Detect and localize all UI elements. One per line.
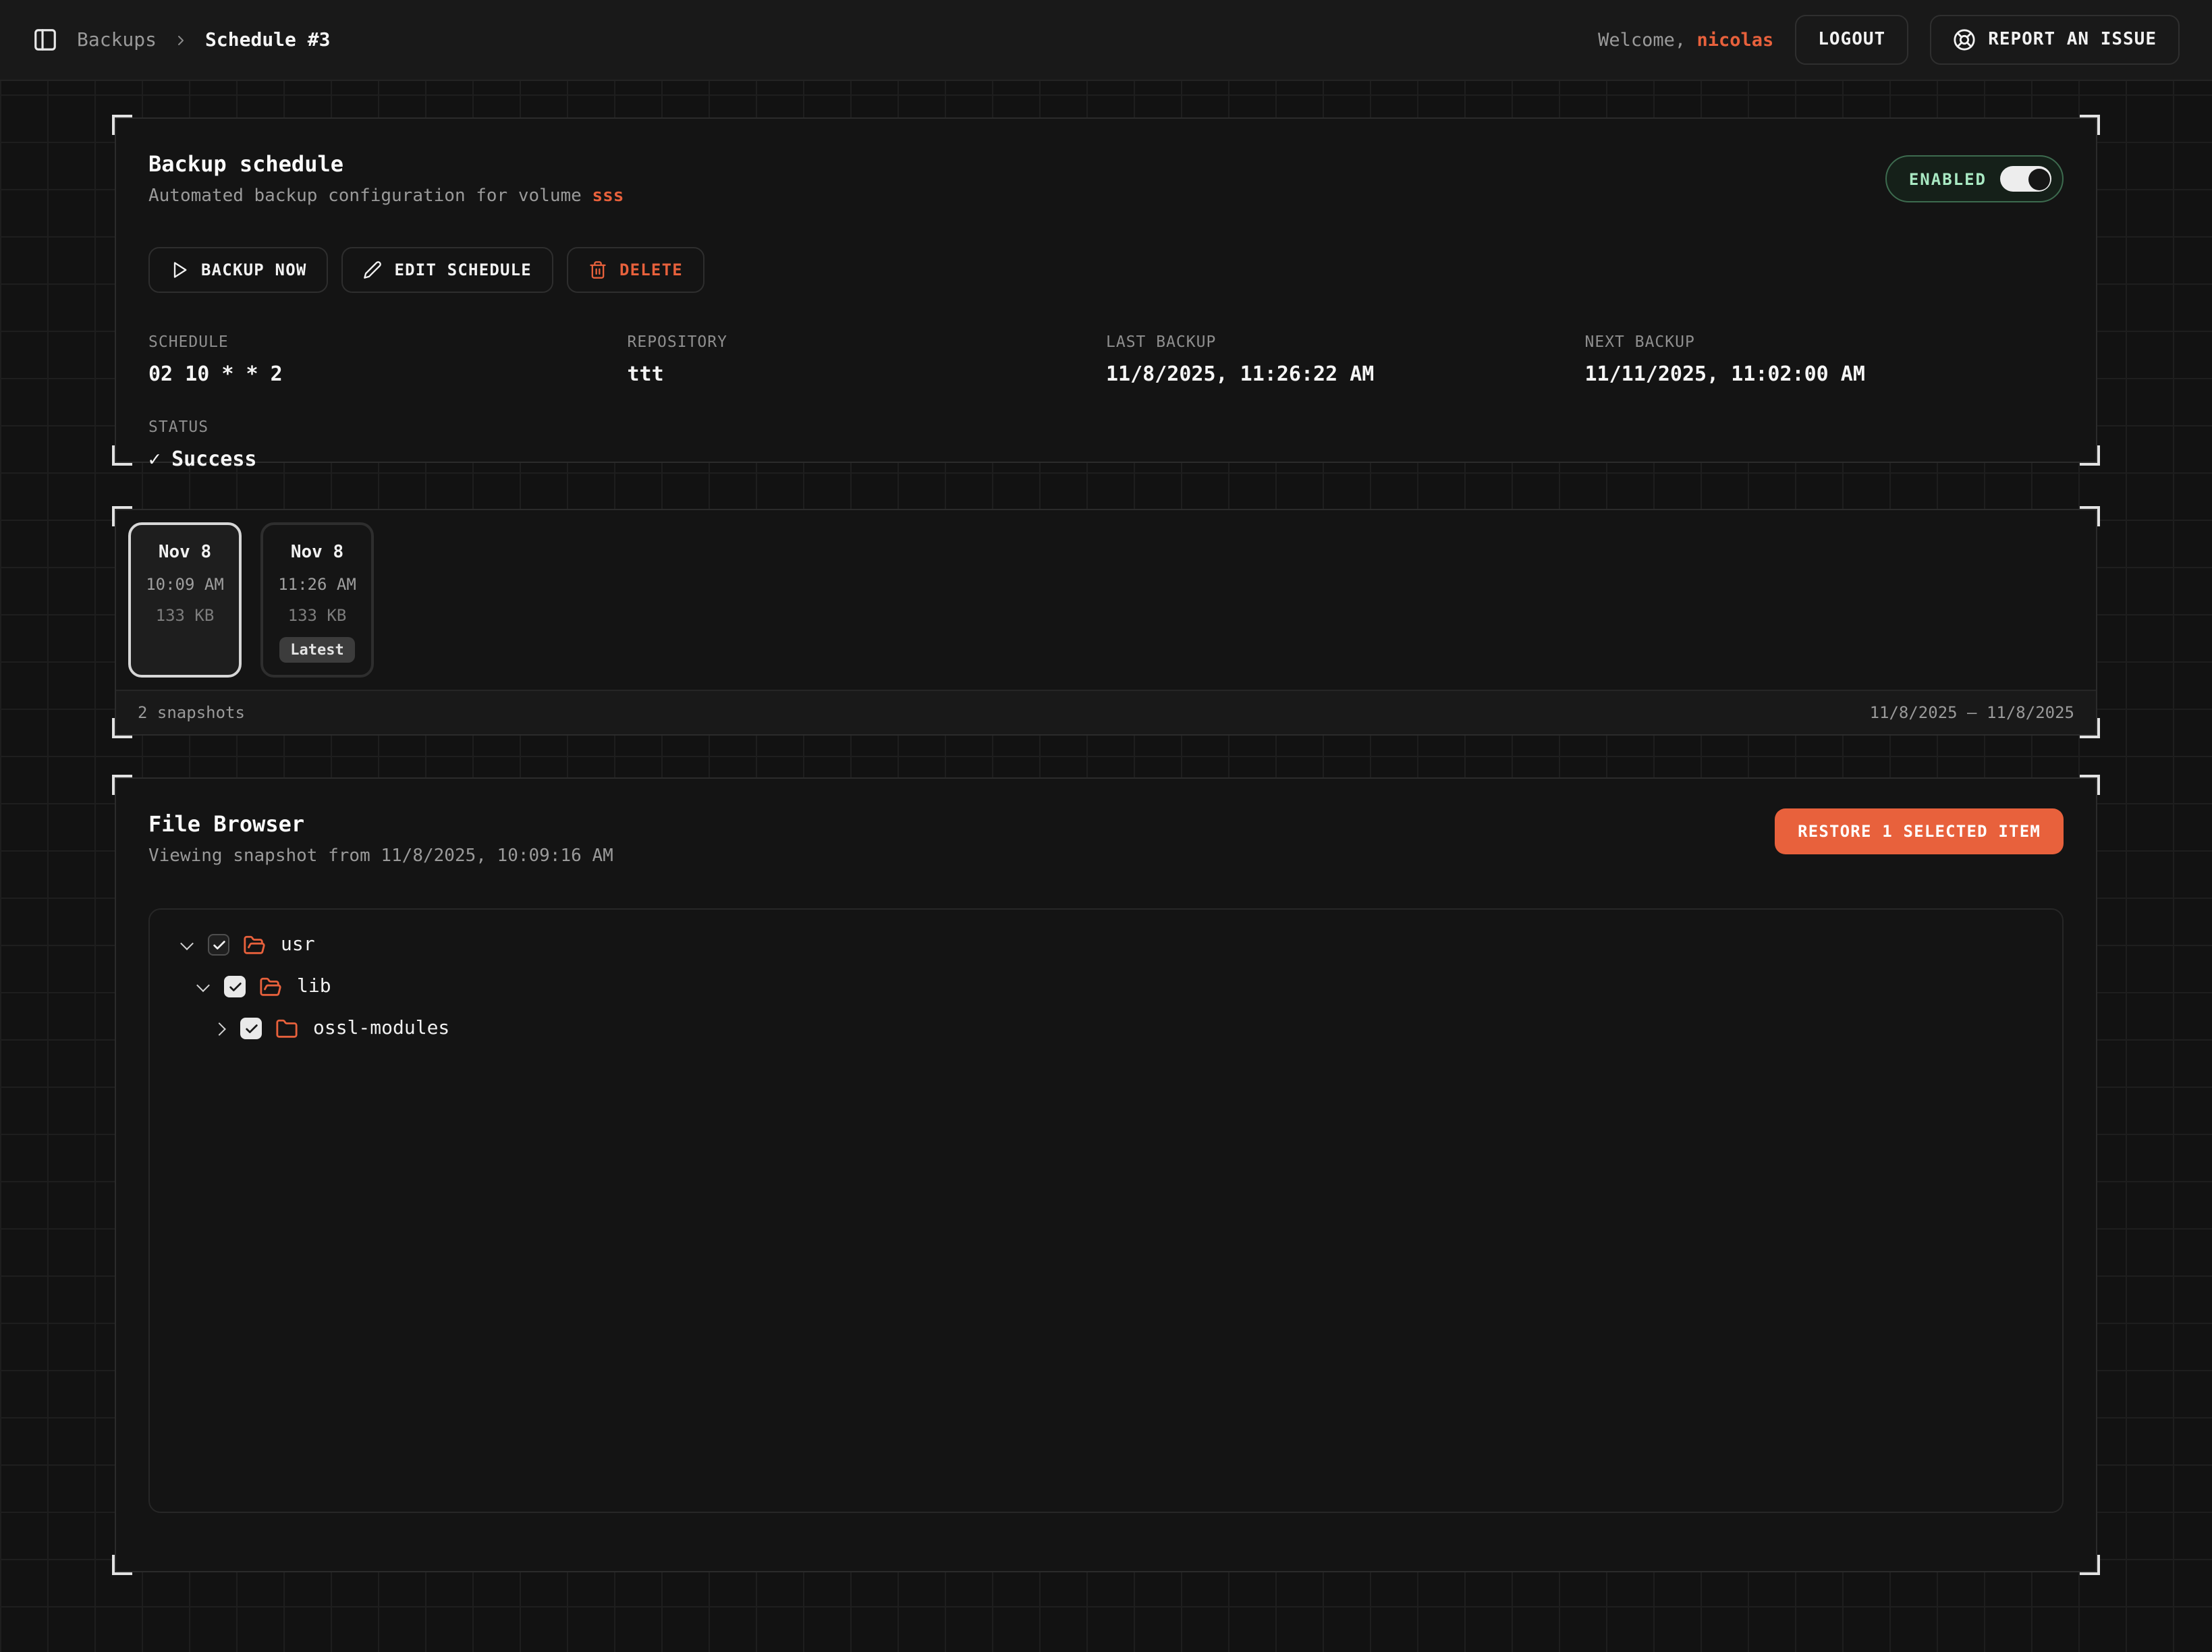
status-text: Success — [171, 447, 256, 471]
file-browser-panel: File Browser Viewing snapshot from 11/8/… — [115, 777, 2097, 1572]
snapshot-date: Nov 8 — [159, 543, 211, 563]
report-issue-button-label: REPORT AN ISSUE — [1988, 30, 2157, 50]
tree-item-label: usr — [281, 934, 315, 956]
welcome-text: Welcome, nicolas — [1598, 29, 1773, 51]
toggle-switch[interactable] — [2000, 166, 2051, 192]
backup-now-button-label: BACKUP NOW — [201, 260, 307, 279]
corner-bracket — [2080, 445, 2100, 466]
snapshot-time: 11:26 AM — [278, 575, 356, 594]
lifebuoy-icon — [1953, 28, 1976, 51]
play-icon — [170, 260, 189, 279]
folder-open-icon — [243, 933, 266, 956]
enabled-toggle-label: ENABLED — [1909, 169, 1987, 188]
tree-row-lib[interactable]: lib — [163, 966, 2049, 1007]
snapshot-strip: Nov 8 10:09 AM 133 KB Nov 8 11:26 AM 133… — [116, 510, 2096, 690]
sidebar-toggle-button[interactable] — [32, 27, 58, 53]
edit-schedule-button-label: EDIT SCHEDULE — [395, 260, 532, 279]
field-value: ttt — [628, 362, 1107, 386]
logout-button[interactable]: LOGOUT — [1795, 15, 1908, 65]
schedule-actions: BACKUP NOW EDIT SCHEDULE DELETE — [148, 247, 2064, 293]
restore-selected-button[interactable]: RESTORE 1 SELECTED ITEM — [1775, 808, 2064, 854]
snapshot-card-selected[interactable]: Nov 8 10:09 AM 133 KB — [128, 522, 242, 678]
chevron-right-icon — [173, 32, 189, 48]
enabled-toggle[interactable]: ENABLED — [1886, 155, 2064, 202]
field-status: STATUS ✓ Success — [148, 417, 2064, 471]
schedule-subtitle-text: Automated backup configuration for volum… — [148, 186, 592, 206]
top-bar-right: Welcome, nicolas LOGOUT REPORT AN ISSUE — [1598, 15, 2180, 65]
field-label: SCHEDULE — [148, 332, 628, 351]
field-repository: REPOSITORY ttt — [628, 332, 1107, 386]
corner-bracket — [112, 445, 132, 466]
top-bar: Backups Schedule #3 Welcome, nicolas LOG… — [0, 0, 2212, 81]
snapshot-size: 133 KB — [156, 606, 215, 625]
panel-left-icon — [32, 27, 58, 53]
field-schedule: SCHEDULE 02 10 * * 2 — [148, 332, 628, 386]
snapshot-date: Nov 8 — [291, 543, 343, 563]
corner-bracket — [2080, 1555, 2100, 1575]
field-next-backup: NEXT BACKUP 11/11/2025, 11:02:00 AM — [1585, 332, 2064, 386]
checkbox-ossl-modules[interactable] — [240, 1018, 262, 1039]
field-label: NEXT BACKUP — [1585, 332, 2064, 351]
tree-row-ossl-modules[interactable]: ossl-modules — [163, 1008, 2049, 1049]
delete-button[interactable]: DELETE — [567, 247, 704, 293]
breadcrumb-current: Schedule #3 — [205, 29, 330, 51]
field-last-backup: LAST BACKUP 11/8/2025, 11:26:22 AM — [1106, 332, 1585, 386]
backup-schedule-panel: Backup schedule Automated backup configu… — [115, 117, 2097, 463]
checkbox-lib[interactable] — [224, 976, 246, 997]
breadcrumb: Backups Schedule #3 — [77, 29, 330, 51]
chevron-down-icon[interactable] — [196, 978, 210, 991]
snapshot-date-range: 11/8/2025 – 11/8/2025 — [1870, 703, 2074, 722]
snapshot-size: 133 KB — [288, 606, 347, 625]
tree-item-label: ossl-modules — [313, 1018, 449, 1039]
trash-icon — [588, 260, 607, 279]
snapshots-panel: Nov 8 10:09 AM 133 KB Nov 8 11:26 AM 133… — [115, 509, 2097, 736]
edit-schedule-button[interactable]: EDIT SCHEDULE — [342, 247, 553, 293]
delete-button-label: DELETE — [619, 260, 683, 279]
snapshot-time: 10:09 AM — [146, 575, 224, 594]
corner-bracket — [112, 1555, 132, 1575]
field-value: 02 10 * * 2 — [148, 362, 628, 386]
check-icon — [244, 1021, 258, 1036]
schedule-panel-title: Backup schedule — [148, 151, 2064, 177]
report-issue-button[interactable]: REPORT AN ISSUE — [1930, 15, 2180, 65]
latest-badge: Latest — [279, 637, 355, 663]
schedule-panel-subtitle: Automated backup configuration for volum… — [148, 186, 2064, 206]
toggle-knob — [2028, 168, 2049, 190]
welcome-prefix: Welcome, — [1598, 29, 1686, 51]
field-label: REPOSITORY — [628, 332, 1107, 351]
file-tree: usr lib ossl-modules — [148, 908, 2064, 1513]
folder-icon — [275, 1017, 298, 1040]
breadcrumb-root[interactable]: Backups — [77, 29, 157, 51]
status-label: STATUS — [148, 417, 2064, 436]
field-label: LAST BACKUP — [1106, 332, 1585, 351]
checkbox-usr[interactable] — [208, 934, 229, 956]
chevron-down-icon[interactable] — [180, 936, 194, 949]
corner-bracket — [112, 775, 132, 795]
snapshot-count: 2 snapshots — [138, 703, 245, 722]
chevron-right-icon[interactable] — [213, 1022, 226, 1035]
check-icon — [227, 979, 242, 994]
app-root: Backups Schedule #3 Welcome, nicolas LOG… — [0, 0, 2212, 1652]
check-icon — [211, 937, 226, 952]
folder-open-icon — [259, 975, 282, 998]
check-icon: ✓ — [148, 447, 161, 471]
pencil-icon — [364, 260, 383, 279]
snapshot-card-latest[interactable]: Nov 8 11:26 AM 133 KB Latest — [260, 522, 374, 678]
tree-row-usr[interactable]: usr — [163, 925, 2049, 965]
corner-bracket — [112, 115, 132, 135]
tree-item-label: lib — [297, 976, 331, 997]
corner-bracket — [2080, 775, 2100, 795]
field-value: 11/11/2025, 11:02:00 AM — [1585, 362, 2064, 386]
field-value: 11/8/2025, 11:26:22 AM — [1106, 362, 1585, 386]
schedule-fields: SCHEDULE 02 10 * * 2 REPOSITORY ttt LAST… — [148, 332, 2064, 386]
corner-bracket — [2080, 115, 2100, 135]
username: nicolas — [1696, 29, 1773, 51]
backup-now-button[interactable]: BACKUP NOW — [148, 247, 329, 293]
volume-name: sss — [592, 186, 624, 206]
logout-button-label: LOGOUT — [1818, 30, 1885, 50]
status-value: ✓ Success — [148, 447, 2064, 471]
snapshots-footer: 2 snapshots 11/8/2025 – 11/8/2025 — [116, 690, 2096, 734]
